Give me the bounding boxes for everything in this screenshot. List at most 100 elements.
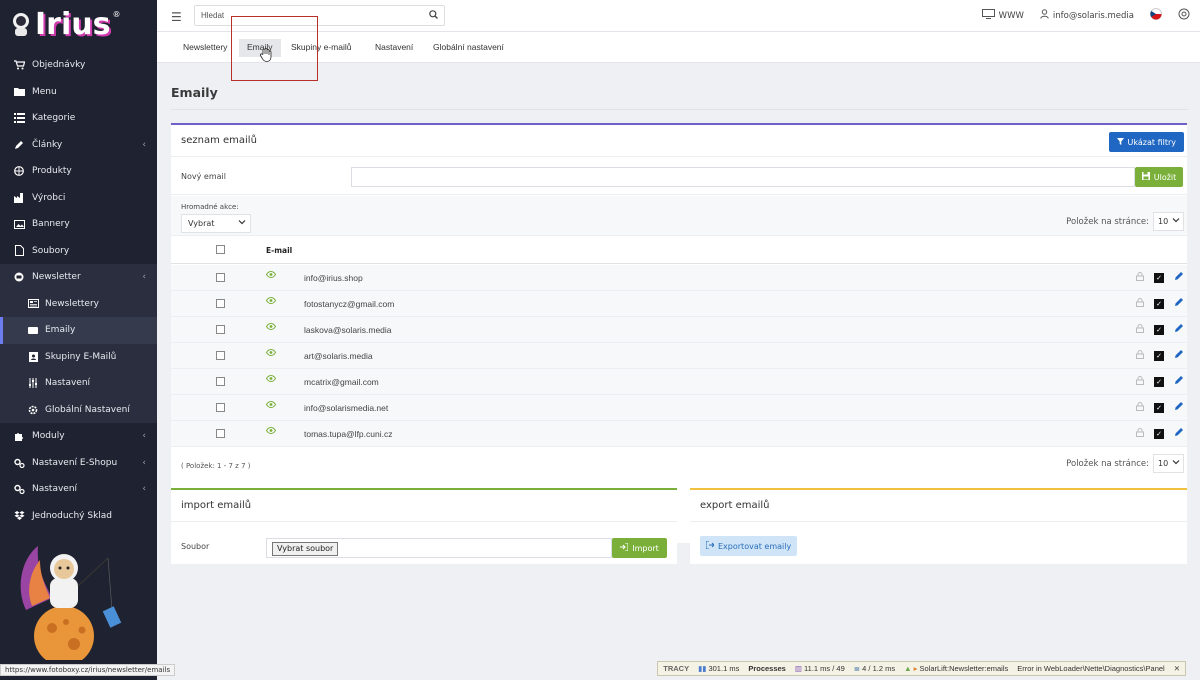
eye-icon[interactable]: [265, 374, 277, 385]
lock-icon[interactable]: [1136, 350, 1144, 362]
eye-icon[interactable]: [265, 426, 277, 437]
active-check-icon[interactable]: ✓: [1154, 325, 1164, 335]
tab-nastaveni[interactable]: Nastavení: [367, 39, 421, 57]
language-flag-button[interactable]: [1150, 8, 1162, 23]
edit-pencil-icon[interactable]: [1174, 401, 1184, 414]
sidebar-subitem-newslettery[interactable]: Newslettery: [0, 290, 157, 317]
sidebar-subitem-globalni-nastaveni[interactable]: Globální Nastavení: [0, 396, 157, 423]
per-page-label: Položek na stránce:: [1066, 458, 1149, 469]
logo[interactable]: Irius ®: [0, 0, 157, 48]
active-check-icon[interactable]: ✓: [1154, 351, 1164, 361]
active-check-icon[interactable]: ✓: [1154, 403, 1164, 413]
row-checkbox[interactable]: [216, 351, 225, 360]
sidebar-item-bannery[interactable]: Bannery: [0, 211, 157, 238]
sidebar-item-label: Objednávky: [32, 60, 86, 71]
sidebar-item-menu[interactable]: Menu: [0, 79, 157, 106]
hamburger-menu-icon[interactable]: ☰: [171, 10, 182, 24]
per-page-control-bottom: Položek na stránce: 10: [1066, 454, 1184, 473]
eye-icon[interactable]: [265, 348, 277, 359]
page-title: Emaily: [171, 85, 218, 100]
tracy-error[interactable]: Error in WebLoader\Nette\Diagnostics\Pan…: [1017, 664, 1164, 673]
eye-icon[interactable]: [265, 322, 277, 333]
lock-icon[interactable]: [1136, 428, 1144, 440]
sidebar-item-newsletter[interactable]: Newsletter ‹: [0, 264, 157, 291]
lock-icon[interactable]: [1136, 376, 1144, 388]
active-check-icon[interactable]: ✓: [1154, 429, 1164, 439]
tracy-processes[interactable]: Processes: [748, 664, 786, 673]
dropbox-icon: [13, 510, 25, 522]
save-button[interactable]: Uložit: [1135, 167, 1183, 187]
user-menu[interactable]: info@solaris.media: [1040, 9, 1134, 22]
sidebar-item-jednoduchy-sklad[interactable]: Jednoduchý Sklad: [0, 503, 157, 530]
sidebar-item-soubory[interactable]: Soubory: [0, 238, 157, 265]
edit-pencil-icon[interactable]: [1174, 427, 1184, 440]
select-all-checkbox[interactable]: [216, 245, 225, 254]
card-title: seznam emailů: [181, 135, 257, 146]
lock-icon[interactable]: [1136, 272, 1144, 284]
sidebar-item-produkty[interactable]: Produkty: [0, 158, 157, 185]
lock-icon[interactable]: [1136, 298, 1144, 310]
lock-icon[interactable]: [1136, 402, 1144, 414]
sidebar-item-label: Produkty: [32, 166, 72, 177]
row-checkbox[interactable]: [216, 429, 225, 438]
edit-pencil-icon[interactable]: [1174, 323, 1184, 336]
tracy-logo[interactable]: TRACY: [663, 664, 689, 673]
edit-pencil-icon[interactable]: [1174, 349, 1184, 362]
sidebar-item-vyrobci[interactable]: Výrobci: [0, 185, 157, 212]
www-link[interactable]: WWW: [981, 9, 1024, 22]
sidebar-subitem-skupiny[interactable]: Skupiny E-Mailů: [0, 343, 157, 370]
sidebar-item-nastaveni[interactable]: Nastavení ‹: [0, 476, 157, 503]
mouse-pointer-icon: [260, 48, 272, 65]
row-checkbox[interactable]: [216, 377, 225, 386]
per-page-select[interactable]: 10: [1153, 212, 1184, 231]
new-email-input[interactable]: [351, 167, 1135, 187]
tracy-time[interactable]: ▮▮ 301.1 ms: [698, 664, 739, 673]
search-icon[interactable]: [429, 10, 438, 22]
email-list-card: seznam emailů Ukázat filtry Nový email U…: [171, 123, 1187, 543]
email-address: fotostanycz@gmail.com: [304, 299, 395, 309]
active-check-icon[interactable]: ✓: [1154, 299, 1164, 309]
card-title: export emailů: [700, 500, 770, 511]
per-page-select[interactable]: 10: [1153, 454, 1184, 473]
file-input[interactable]: Vybrat soubor: [266, 538, 612, 558]
import-button[interactable]: Import: [612, 538, 667, 558]
sidebar-item-clanky[interactable]: Články ‹: [0, 132, 157, 159]
sidebar-item-nastaveni-eshopu[interactable]: Nastavení E-Shopu ‹: [0, 450, 157, 477]
file-icon: [13, 245, 25, 257]
sidebar-item-moduly[interactable]: Moduly ‹: [0, 423, 157, 450]
row-checkbox[interactable]: [216, 299, 225, 308]
sidebar-item-kategorie[interactable]: Kategorie: [0, 105, 157, 132]
eye-icon[interactable]: [265, 296, 277, 307]
sidebar-item-objednavky[interactable]: Objednávky: [0, 52, 157, 79]
lock-icon[interactable]: [1136, 324, 1144, 336]
settings-button[interactable]: [1178, 8, 1190, 23]
tracy-memory[interactable]: ▥ 11.1 ms / 49: [795, 664, 845, 673]
sidebar-subitem-emaily[interactable]: Emaily: [0, 317, 157, 344]
edit-pencil-icon[interactable]: [1174, 271, 1184, 284]
tab-newslettery[interactable]: Newslettery: [175, 39, 235, 57]
sidebar-subitem-nastaveni[interactable]: Nastavení: [0, 370, 157, 397]
bulk-actions-select[interactable]: Vybrat: [181, 214, 251, 233]
tab-globalni-nastaveni[interactable]: Globální nastavení: [425, 39, 512, 57]
new-email-label: Nový email: [181, 172, 226, 181]
eye-icon[interactable]: [265, 270, 277, 281]
show-filters-button[interactable]: Ukázat filtry: [1108, 132, 1184, 152]
edit-pencil-icon[interactable]: [1174, 375, 1184, 388]
export-button[interactable]: Exportovat emaily: [700, 536, 798, 556]
tracy-db[interactable]: ≣ 4 / 1.2 ms: [854, 664, 895, 673]
table-row: tomas.tupa@lfp.cuni.cz ✓: [171, 421, 1187, 447]
row-checkbox[interactable]: [216, 325, 225, 334]
tracy-presenter[interactable]: ▲ ▸ SolarLift:Newsletter:emails: [904, 664, 1008, 673]
puzzle-icon: [13, 430, 25, 442]
table-row: art@solaris.media ✓: [171, 343, 1187, 369]
choose-file-button[interactable]: Vybrat soubor: [272, 542, 339, 556]
close-icon[interactable]: ✕: [1174, 664, 1180, 673]
active-check-icon[interactable]: ✓: [1154, 377, 1164, 387]
row-checkbox[interactable]: [216, 403, 225, 412]
card-header: export emailů: [690, 490, 1187, 522]
active-check-icon[interactable]: ✓: [1154, 273, 1164, 283]
edit-pencil-icon[interactable]: [1174, 297, 1184, 310]
newspaper-icon: [27, 298, 39, 310]
row-checkbox[interactable]: [216, 273, 225, 282]
eye-icon[interactable]: [265, 400, 277, 411]
